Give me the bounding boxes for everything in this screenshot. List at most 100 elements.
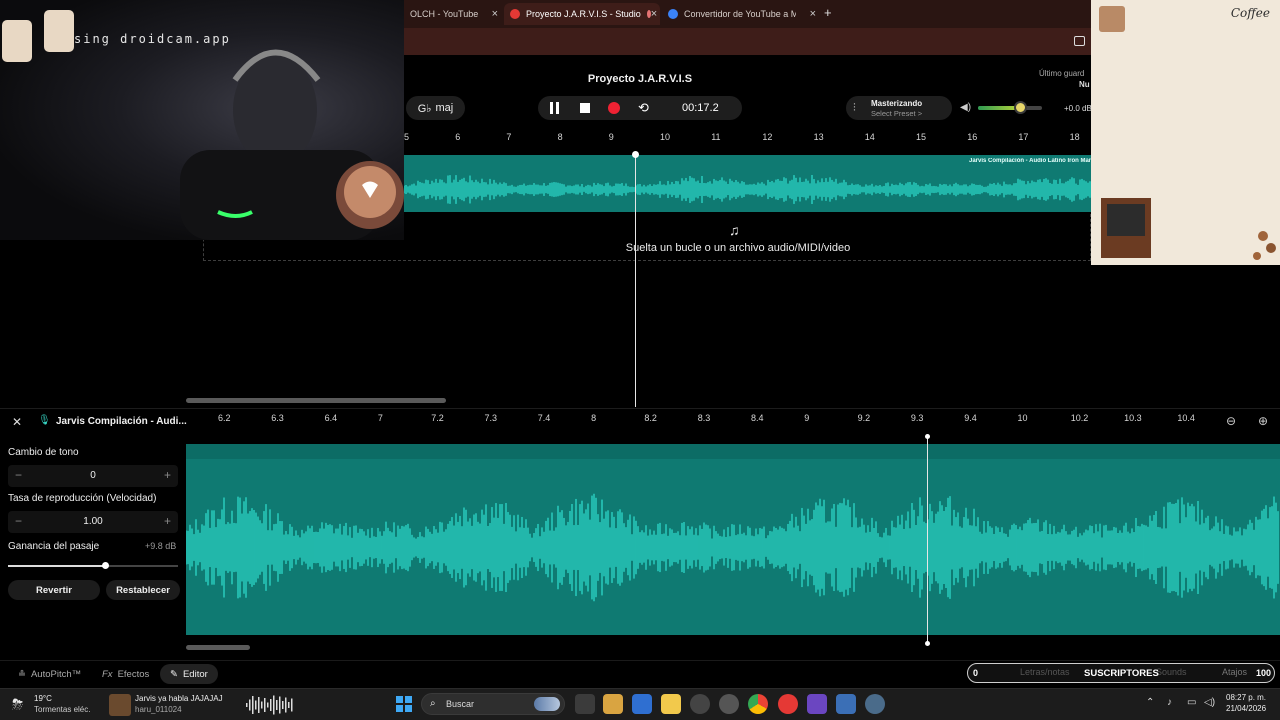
media-audio-bar xyxy=(282,701,284,709)
editor-app-icon[interactable] xyxy=(807,694,827,714)
timeline-ruler-label: 9 xyxy=(608,132,614,142)
studio-header xyxy=(404,55,1091,130)
gain-value: +9.8 dB xyxy=(145,541,177,551)
media-audio-bar xyxy=(246,703,248,707)
youtube-music-icon[interactable] xyxy=(778,694,798,714)
studio-favicon-icon xyxy=(510,9,520,19)
gain-knob[interactable] xyxy=(101,562,109,569)
pitch-stepper[interactable]: − 0 + xyxy=(8,465,178,487)
key-icon: G♭ xyxy=(417,102,432,115)
tab-editor[interactable]: ✎ Editor xyxy=(160,664,218,684)
editor-playhead-handle[interactable] xyxy=(925,434,930,439)
mastering-button[interactable]: ⫶ Masterizando Select Preset > xyxy=(846,96,952,120)
autopitch-icon: ≗ xyxy=(18,668,26,680)
close-tab-icon[interactable]: × xyxy=(651,8,657,20)
playhead[interactable] xyxy=(635,155,636,407)
timeline-ruler-label: 14 xyxy=(864,132,875,142)
editor-ruler-label: 6.3 xyxy=(271,413,284,423)
volume-value: +0.0 dB xyxy=(1064,104,1092,113)
close-tab-icon[interactable]: × xyxy=(492,8,498,20)
app-icon[interactable] xyxy=(690,694,710,714)
gain-slider[interactable] xyxy=(8,562,178,569)
media-audio-bar xyxy=(276,700,278,710)
editor-ruler-label: 9 xyxy=(804,413,810,423)
taskbar-search[interactable]: ⌕ Buscar xyxy=(421,693,565,715)
zoom-in-icon[interactable]: ⊕ xyxy=(1258,414,1268,428)
volume-knob[interactable] xyxy=(1013,101,1027,114)
timeline-ruler-label: 12 xyxy=(762,132,773,142)
editor-scrollbar[interactable] xyxy=(186,645,250,650)
webcam-caption: sing droidcam.app xyxy=(74,32,231,46)
arrangement-scrollbar[interactable] xyxy=(186,398,446,403)
pitch-value[interactable]: 0 xyxy=(8,470,178,481)
search-highlight-image xyxy=(534,697,560,711)
close-tab-icon[interactable]: × xyxy=(810,8,816,20)
media-audio-bar xyxy=(279,696,281,714)
gain-fill xyxy=(8,565,105,567)
editor-ruler-label: 8.3 xyxy=(697,413,711,423)
media-thumbnail[interactable] xyxy=(109,694,131,716)
clock-date[interactable]: 21/04/2026 xyxy=(1226,704,1266,713)
increase-rate-button[interactable]: + xyxy=(164,514,171,528)
media-audio-bar xyxy=(291,698,293,712)
tab-youtube[interactable]: OLCH - YouTube × xyxy=(404,3,504,25)
zoom-out-icon[interactable]: ⊖ xyxy=(1226,414,1236,428)
photos-app-icon[interactable] xyxy=(603,694,623,714)
reset-button[interactable]: Restablecer xyxy=(106,580,180,600)
clock-time[interactable]: 08:27 p. m. xyxy=(1226,693,1266,702)
obs-icon[interactable] xyxy=(719,694,739,714)
file-explorer-icon[interactable] xyxy=(661,694,681,714)
editor-clip-name: Jarvis Compilación - Audi... xyxy=(56,416,187,427)
increase-pitch-button[interactable]: + xyxy=(164,468,171,482)
microphone-tray-icon[interactable]: ♪ xyxy=(1167,697,1172,708)
media-audio-bar xyxy=(258,697,260,713)
rate-value[interactable]: 1.00 xyxy=(8,516,178,527)
windows-start-button[interactable] xyxy=(396,696,412,712)
sidebar-toggle-icon[interactable] xyxy=(1074,36,1085,46)
drop-zone-text: Suelta un bucle o un archivo audio/MIDI/… xyxy=(625,242,851,254)
notes-app-icon[interactable] xyxy=(836,694,856,714)
weather-temperature[interactable]: 19°C xyxy=(34,694,52,703)
tab-effects[interactable]: Fx Efectos xyxy=(92,664,159,684)
volume-tray-icon[interactable]: ◁) xyxy=(1204,697,1215,708)
weather-storm-icon[interactable]: ⛈ xyxy=(12,696,23,713)
stop-button[interactable] xyxy=(580,103,590,113)
record-button[interactable] xyxy=(608,102,620,114)
settings-icon[interactable] xyxy=(865,694,885,714)
editor-waveform xyxy=(186,493,1279,602)
loop-icon[interactable]: ⟲ xyxy=(638,100,652,116)
master-volume-slider[interactable] xyxy=(978,101,1042,114)
pause-button[interactable] xyxy=(550,102,560,114)
browser-tab-bar: OLCH - YouTube × Proyecto J.A.R.V.I.S - … xyxy=(404,0,1091,28)
media-title[interactable]: Jarvis ya habla JAJAJAJ xyxy=(135,694,223,703)
tray-chevron-icon[interactable]: ⌃ xyxy=(1146,697,1154,708)
playhead-handle[interactable] xyxy=(632,151,639,158)
weather-description[interactable]: Tormentas eléc. xyxy=(34,705,90,714)
network-icon[interactable]: ▭ xyxy=(1187,697,1196,708)
editor-playhead[interactable] xyxy=(927,436,928,644)
speaker-icon[interactable]: ◀) xyxy=(960,102,971,113)
chrome-icon[interactable] xyxy=(748,694,768,714)
project-title[interactable]: Proyecto J.A.R.V.I.S xyxy=(404,73,876,85)
key-button[interactable]: G♭ maj xyxy=(406,96,465,120)
clip-label: Jarvis Compilación - Audio Latino Iron M… xyxy=(969,158,1091,164)
task-view-icon[interactable] xyxy=(575,694,595,714)
effects-icon: Fx xyxy=(102,668,113,680)
close-editor-icon[interactable]: ✕ xyxy=(12,415,22,429)
media-subtitle[interactable]: haru_011024 xyxy=(135,705,182,714)
tab-autopitch[interactable]: ≗ AutoPitch™ xyxy=(8,664,91,684)
new-tab-button[interactable]: + xyxy=(824,5,832,20)
rate-stepper[interactable]: − 1.00 + xyxy=(8,511,178,533)
editor-ruler-label: 9.4 xyxy=(964,413,977,423)
revert-button[interactable]: Revertir xyxy=(8,580,100,600)
coffee-decor-overlay: Coffee xyxy=(1091,0,1280,265)
editor-waveform-clip[interactable] xyxy=(186,444,1280,635)
editor-ruler-label: 6.4 xyxy=(324,413,338,423)
media-audio-bar xyxy=(288,702,290,708)
music-note-add-icon: ♫ xyxy=(729,222,740,238)
tab-studio[interactable]: Proyecto J.A.R.V.I.S - Studio × xyxy=(504,3,660,25)
webcam-overlay: sing droidcam.app xyxy=(0,0,404,240)
store-app-icon[interactable] xyxy=(632,694,652,714)
editor-ruler-label: 7.2 xyxy=(431,413,444,423)
tab-converter[interactable]: Convertidor de YouTube a MP3 × xyxy=(662,3,822,25)
